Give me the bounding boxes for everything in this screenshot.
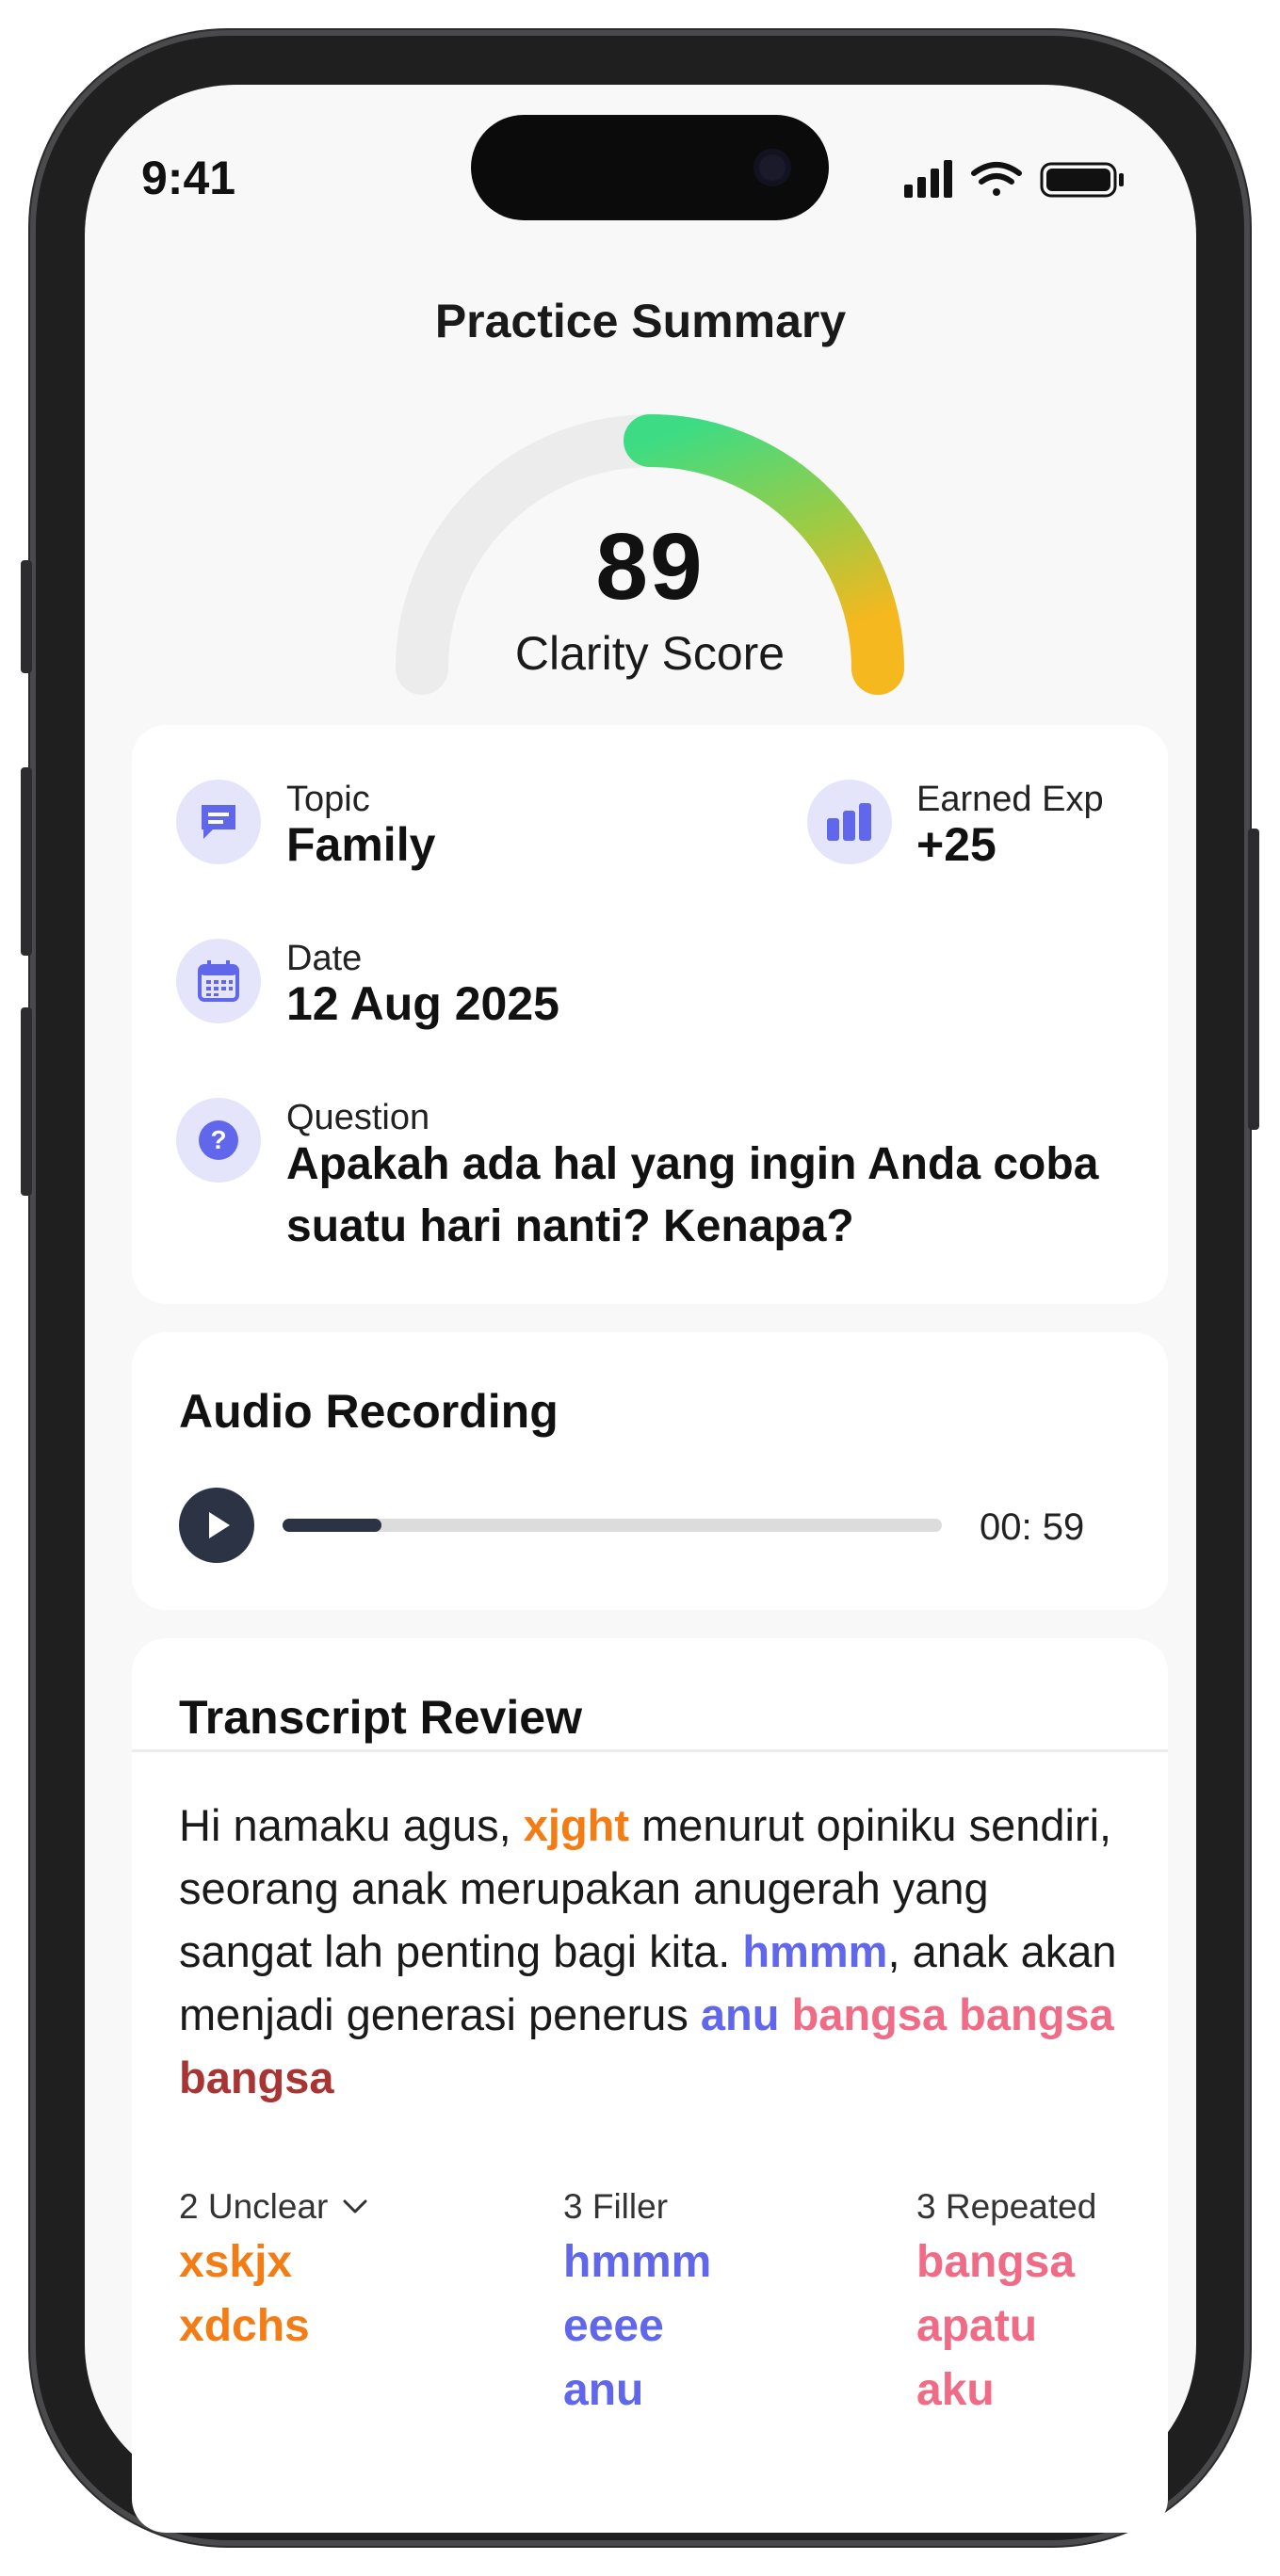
exp-value: +25 <box>916 818 996 871</box>
question-label: Question <box>286 1098 430 1137</box>
transcript-segment: Hi namaku agus, <box>179 1800 524 1850</box>
transcript-title: Transcript Review <box>179 1691 582 1744</box>
question-icon-wrapper: ? <box>176 1098 261 1183</box>
audio-progress-fill <box>283 1519 381 1532</box>
filler-item[interactable]: anu <box>563 2359 711 2423</box>
unclear-count-label: 2 Unclear <box>179 2187 329 2226</box>
date-label: Date <box>286 939 363 978</box>
power-button <box>1248 829 1259 1130</box>
calendar-icon <box>198 960 239 1002</box>
filler-item[interactable]: eeee <box>563 2294 711 2359</box>
repeated-item[interactable]: apatu <box>916 2294 1096 2359</box>
signal-icon <box>904 160 952 198</box>
transcript-text: Hi namaku agus, xjght menurut opiniku se… <box>179 1794 1130 2109</box>
transcript-segment <box>779 1989 791 2039</box>
question-value: Apakah ada hal yang ingin Anda coba suat… <box>286 1139 1099 1251</box>
topic-value: Family <box>286 818 436 871</box>
play-button[interactable] <box>179 1488 254 1563</box>
audio-title: Audio Recording <box>179 1385 559 1438</box>
chat-icon <box>202 805 235 839</box>
topic-label: Topic <box>286 780 370 819</box>
wifi-icon <box>971 162 1022 196</box>
play-icon <box>209 1512 230 1538</box>
status-icons <box>904 160 1124 198</box>
filler-header: 3 Filler <box>563 2187 711 2227</box>
exp-icon-wrapper <box>807 780 892 864</box>
page-title: Practice Summary <box>434 295 847 347</box>
volume-up-button <box>21 767 32 956</box>
repeated-word[interactable]: bangsa <box>179 2053 334 2102</box>
clarity-score-label: Clarity Score <box>514 627 786 680</box>
mute-switch <box>21 560 32 673</box>
audio-progress-bar[interactable] <box>283 1519 942 1532</box>
repeated-word[interactable]: bangsa bangsa <box>792 1989 1114 2039</box>
volume-down-button <box>21 1007 32 1196</box>
repeated-item[interactable]: aku <box>916 2359 1096 2423</box>
help-icon: ? <box>199 1120 238 1160</box>
status-time: 9:41 <box>141 152 236 204</box>
date-value: 12 Aug 2025 <box>286 977 559 1030</box>
filler-word[interactable]: hmmm <box>742 1926 887 1976</box>
filler-item[interactable]: hmmm <box>563 2230 711 2294</box>
topic-icon-wrapper <box>176 780 261 864</box>
unclear-column: 2 Unclear xskjx xdchs <box>179 2187 369 2359</box>
dynamic-island <box>471 115 829 220</box>
chevron-down-icon <box>343 2199 367 2214</box>
unclear-item[interactable]: xdchs <box>179 2294 369 2359</box>
filler-word[interactable]: anu <box>701 1989 780 2039</box>
repeated-item[interactable]: bangsa <box>916 2230 1096 2294</box>
transcript-divider <box>132 1749 1168 1752</box>
repeated-header: 3 Repeated <box>916 2187 1096 2227</box>
exp-label: Earned Exp <box>916 780 1104 819</box>
audio-duration: 00: 59 <box>980 1506 1085 1548</box>
filler-column: 3 Filler hmmm eeee anu <box>563 2187 711 2423</box>
filler-count-label: 3 Filler <box>563 2187 669 2226</box>
bar-chart-icon <box>827 803 871 841</box>
svg-text:?: ? <box>210 1125 226 1154</box>
unclear-item[interactable]: xskjx <box>179 2230 369 2294</box>
unclear-dropdown[interactable]: 2 Unclear <box>179 2187 369 2227</box>
audio-card <box>132 1332 1168 1610</box>
battery-icon <box>1040 162 1124 198</box>
repeated-column: 3 Repeated bangsa apatu aku <box>916 2187 1096 2423</box>
clarity-score-value: 89 <box>595 514 705 620</box>
repeated-count-label: 3 Repeated <box>916 2187 1097 2226</box>
camera-icon <box>753 149 791 186</box>
unclear-word[interactable]: xjght <box>524 1800 629 1850</box>
date-icon-wrapper <box>176 939 261 1023</box>
